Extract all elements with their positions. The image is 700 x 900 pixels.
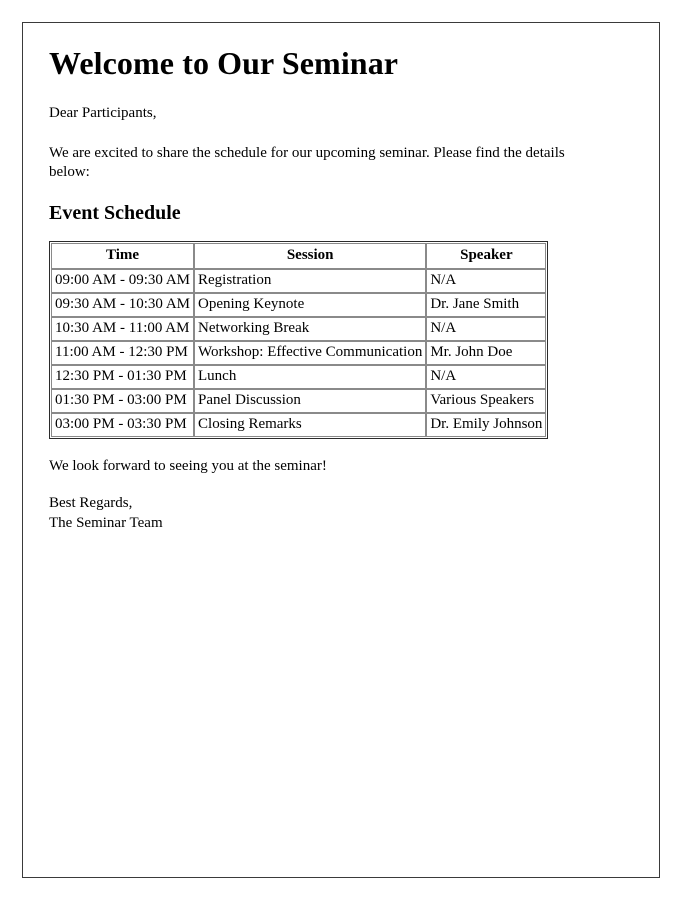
salutation-paragraph: Dear Participants, [49, 104, 157, 121]
cell-session: Workshop: Effective Communication [194, 340, 427, 365]
table-row: 09:30 AM - 10:30 AM Opening Keynote Dr. … [51, 293, 547, 317]
cell-time: 01:30 PM - 03:00 PM [51, 388, 195, 413]
document-body: Welcome to Our Seminar Dear Participants… [23, 23, 659, 534]
table-row: 11:00 AM - 12:30 PM Workshop: Effective … [51, 340, 547, 365]
cell-speaker: Dr. Jane Smith [426, 293, 547, 317]
signoff-line-1: Best Regards, [49, 495, 133, 512]
table-row: 09:00 AM - 09:30 AM Registration N/A [51, 269, 547, 294]
cell-time: 11:00 AM - 12:30 PM [51, 340, 195, 365]
cell-speaker: N/A [426, 364, 547, 389]
table-header: Time Session Speaker [51, 243, 547, 270]
cell-session: Opening Keynote [194, 293, 427, 317]
cell-speaker: N/A [426, 269, 547, 294]
page-title: Welcome to Our Seminar [49, 45, 399, 81]
cell-time: 09:00 AM - 09:30 AM [51, 269, 195, 294]
table-row: 01:30 PM - 03:00 PM Panel Discussion Var… [51, 388, 547, 413]
cell-time: 09:30 AM - 10:30 AM [51, 293, 195, 317]
cell-session: Registration [194, 269, 427, 294]
cell-speaker: Mr. John Doe [426, 340, 547, 365]
signoff-block: Best Regards, The Seminar Team [49, 494, 633, 534]
signoff-line-2: The Seminar Team [49, 515, 163, 532]
cell-session: Lunch [194, 364, 427, 389]
event-schedule-table: Time Session Speaker 09:00 AM - 09:30 AM… [49, 241, 549, 439]
cell-session: Panel Discussion [194, 388, 427, 413]
table-row: 12:30 PM - 01:30 PM Lunch N/A [51, 364, 547, 389]
cell-speaker: N/A [426, 317, 547, 341]
column-header-time: Time [51, 243, 195, 270]
cell-session: Networking Break [194, 317, 427, 341]
column-header-session: Session [194, 243, 427, 270]
intro-paragraph: We are excited to share the schedule for… [49, 144, 565, 181]
section-heading-event-schedule: Event Schedule [49, 202, 181, 225]
cell-time: 12:30 PM - 01:30 PM [51, 364, 195, 389]
document-page: Welcome to Our Seminar Dear Participants… [22, 22, 660, 878]
cell-session: Closing Remarks [194, 412, 427, 437]
closing-paragraph: We look forward to seeing you at the sem… [49, 457, 327, 474]
cell-time: 10:30 AM - 11:00 AM [51, 317, 195, 341]
table-header-row: Time Session Speaker [51, 243, 547, 270]
table-row: 10:30 AM - 11:00 AM Networking Break N/A [51, 317, 547, 341]
table-row: 03:00 PM - 03:30 PM Closing Remarks Dr. … [51, 412, 547, 437]
table-body: 09:00 AM - 09:30 AM Registration N/A 09:… [51, 269, 547, 437]
column-header-speaker: Speaker [426, 243, 547, 270]
cell-speaker: Various Speakers [426, 388, 547, 413]
cell-time: 03:00 PM - 03:30 PM [51, 412, 195, 437]
cell-speaker: Dr. Emily Johnson [426, 412, 547, 437]
